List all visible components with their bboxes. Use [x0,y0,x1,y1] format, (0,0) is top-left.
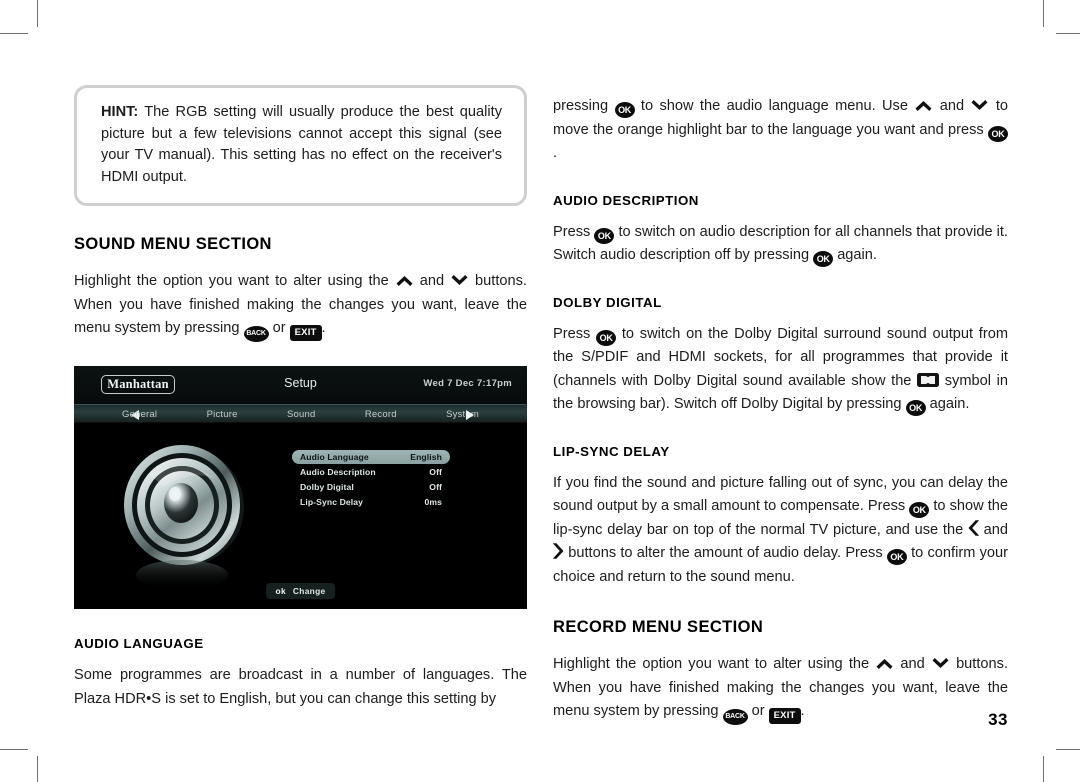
crop-mark-bottom-left-vertical [37,756,38,782]
dolby-digital-icon [917,372,940,387]
text-fragment: Highlight the option you want to alter u… [74,273,395,289]
ok-key-icon: OK [886,549,907,565]
ok-key-icon: OK [594,227,615,244]
back-key-icon: BACK [243,326,269,342]
text-fragment: to show the audio language menu. Use [634,98,915,114]
setting-value: Off [429,467,442,477]
tv-body: Audio Language English Audio Description… [74,423,527,609]
up-chevron-icon [914,99,933,112]
table-row[interactable]: Lip-Sync Delay 0ms [292,495,450,509]
text-fragment: and [978,521,1008,538]
down-chevron-icon [970,99,989,112]
up-chevron-icon [395,274,414,287]
record-menu-section-heading: RECORD MENU SECTION [553,618,764,636]
left-double-chevron-icon [968,519,980,536]
text-fragment: again. [833,247,877,263]
up-chevron-icon [875,657,894,670]
tv-top-bar: Manhattan Setup Wed 7 Dec 7:17pm [74,366,527,404]
change-label: Change [292,586,326,596]
text-fragment: or [747,703,769,719]
text-fragment: again. [925,396,970,412]
tv-tab-record[interactable]: Record [365,409,397,420]
ok-key-icon: OK [988,125,1008,142]
crop-mark-bottom-left-horizontal [0,749,28,750]
record-menu-paragraph: Highlight the option you want to alter u… [553,653,1008,725]
tv-tab-sound[interactable]: Sound [287,409,315,420]
text-fragment: or [268,320,290,336]
text-fragment: buttons to alter the amount of audio del… [564,545,887,561]
text-fragment: Press [553,223,595,240]
tv-settings-list: Audio Language English Audio Description… [292,450,450,510]
tv-setup-screenshot: Manhattan Setup Wed 7 Dec 7:17pm General… [74,366,527,609]
ok-change-button[interactable]: ok Change [265,583,336,599]
page-number: 33 [988,710,1008,729]
crop-mark-bottom-right-vertical [1043,756,1044,782]
table-row[interactable]: Audio Description Off [292,465,450,479]
audio-description-paragraph: Press OK to switch on audio description … [553,221,1008,268]
text-fragment: Highlight the option you want to alter u… [553,656,876,672]
sound-menu-intro-paragraph: Highlight the option you want to alter u… [74,270,527,342]
hint-text: HINT: The RGB setting will usually produ… [101,102,502,188]
ok-key-icon: OK [813,251,834,267]
table-row[interactable]: Dolby Digital Off [292,480,450,494]
back-key-icon: BACK [722,709,748,725]
text-fragment: . [321,320,326,336]
ok-key-icon: OK [909,502,930,518]
audio-language-heading: AUDIO LANGUAGE [74,636,204,651]
text-fragment: pressing [553,98,615,114]
crop-mark-bottom-right-horizontal [1056,749,1080,750]
right-double-chevron-icon [552,543,564,559]
down-chevron-icon [450,274,469,287]
tv-nav-bar: General Picture Sound Record System [74,404,527,423]
hint-body: The RGB setting will usually produce the… [101,104,502,185]
exit-key-icon: EXIT [768,708,801,724]
tv-tab-system[interactable]: System [446,409,479,420]
setting-label: Dolby Digital [300,482,354,492]
tv-datetime: Wed 7 Dec 7:17pm [423,378,512,389]
text-fragment: to switch on audio description for all c… [553,223,1008,264]
ok-key-icon: OK [596,329,617,346]
setting-label: Lip-Sync Delay [300,497,364,507]
setting-value: 0ms [424,497,442,507]
right-column: pressing OK to show the audio language m… [552,95,1008,725]
table-row[interactable]: Audio Language English [292,450,450,464]
crop-mark-top-left-horizontal [0,33,28,34]
nav-right-arrow-icon[interactable] [466,410,474,420]
text-fragment: and [933,98,971,114]
setting-label: Audio Description [300,467,376,477]
speaker-icon [112,439,256,597]
audio-language-paragraph: Some programmes are broadcast in a numbe… [74,667,527,707]
text-fragment: Press [553,325,597,342]
text-fragment: . [553,145,558,161]
audio-description-heading: AUDIO DESCRIPTION [553,192,699,208]
sound-menu-section-heading: SOUND MENU SECTION [74,235,272,253]
audio-language-continued-paragraph: pressing OK to show the audio language m… [553,95,1008,166]
setting-value: Off [429,482,442,492]
crop-mark-top-right-horizontal [1056,33,1080,34]
ok-key-icon: OK [614,102,635,118]
dolby-digital-paragraph: Press OK to switch on the Dolby Digital … [553,323,1008,417]
ok-key-label: ok [275,586,286,596]
crop-mark-top-right-vertical [1043,0,1044,27]
manual-page: HINT: The RGB setting will usually produ… [0,0,1080,782]
text-fragment: and [894,656,931,672]
text-fragment: . [800,703,805,719]
tv-nav-items: General Picture Sound Record System [122,405,479,424]
setting-value: English [410,452,442,462]
tv-tab-picture[interactable]: Picture [207,409,238,420]
crop-mark-top-left-vertical [37,0,38,27]
hint-label: HINT: [101,104,139,120]
lip-sync-delay-paragraph: If you find the sound and picture fallin… [552,472,1008,590]
dolby-digital-heading: DOLBY DIGITAL [553,294,662,310]
hint-callout-box: HINT: The RGB setting will usually produ… [74,85,527,206]
down-chevron-icon [931,657,950,670]
exit-key-icon: EXIT [289,325,322,341]
tv-tab-general[interactable]: General [122,409,157,420]
setting-label: Audio Language [300,452,369,462]
lip-sync-delay-heading: LIP-SYNC DELAY [553,443,670,459]
left-column: HINT: The RGB setting will usually produ… [74,85,527,711]
text-fragment: and [413,273,451,289]
ok-key-icon: OK [905,400,926,416]
